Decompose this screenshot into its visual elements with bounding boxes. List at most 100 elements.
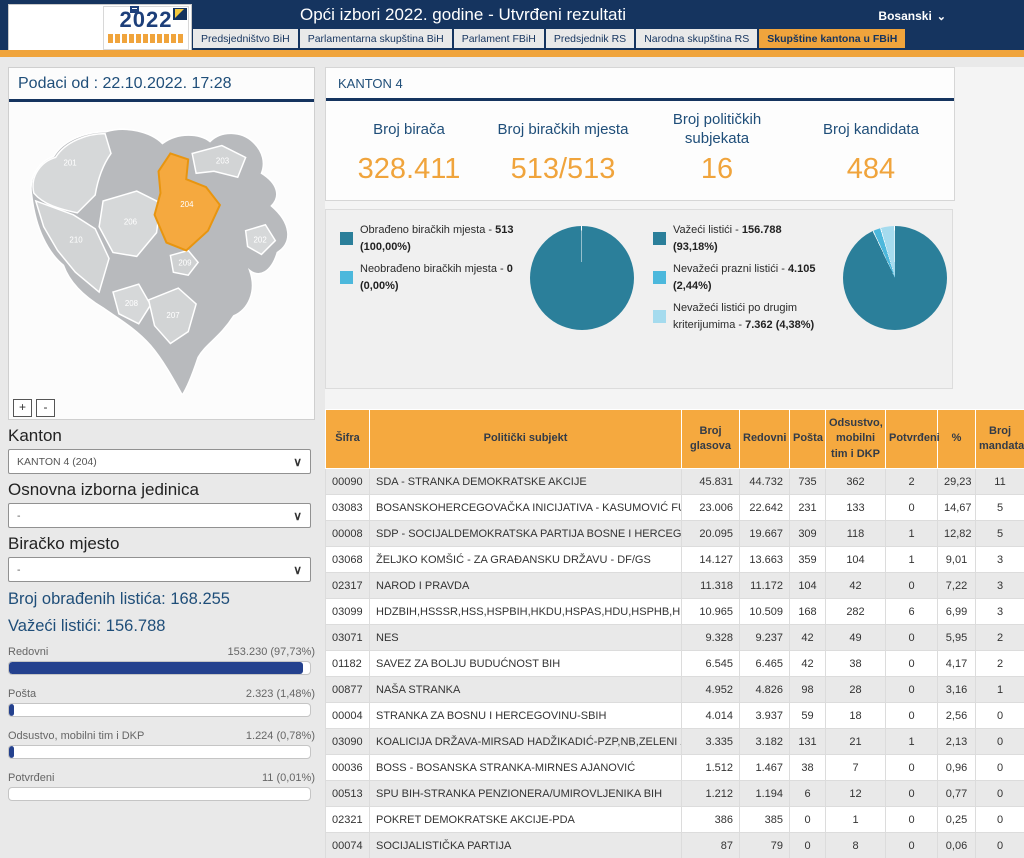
cell-value: 6.465 — [740, 651, 790, 677]
tab-predsjedni-tvo-bih[interactable]: Predsjedništvo BiH — [193, 29, 298, 48]
table-row: 02321POKRET DEMOKRATSKE AKCIJE-PDA386385… — [326, 807, 1024, 833]
legend-item: Nevažeći prazni listići - 4.105 (2,44%) — [653, 261, 829, 294]
bar-track — [8, 661, 311, 675]
cell-code: 00004 — [326, 703, 370, 729]
cell-value: 45.831 — [682, 469, 740, 495]
legend-swatch-icon — [340, 271, 353, 284]
cell-party-name: ŽELJKO KOMŠIĆ - ZA GRAĐANSKU DRŽAVU - DF… — [370, 547, 682, 573]
table-row: 00036BOSS - BOSANSKA STRANKA-MIRNES AJAN… — [326, 755, 1024, 781]
column-header-3: Redovni — [740, 410, 790, 469]
cell-value: 0 — [976, 807, 1024, 833]
cell-value: 2 — [886, 469, 938, 495]
cell-value: 9,01 — [938, 547, 976, 573]
cell-value: 1 — [826, 807, 886, 833]
map-region-label-203: 203 — [216, 156, 230, 165]
table-row: 00074SOCIJALISTIČKA PARTIJA87790800,060 — [326, 833, 1024, 858]
cell-value: 168 — [790, 599, 826, 625]
legend-text: Važeći listići - 156.788 (93,18%) — [673, 222, 829, 255]
map-region-label-209: 209 — [178, 258, 192, 267]
tab-parlament-fbih[interactable]: Parlament FBiH — [454, 29, 544, 48]
cell-value: 5 — [976, 521, 1024, 547]
column-header-2: Broj glasova — [682, 410, 740, 469]
stat-label: Broj biračkih mjesta — [486, 111, 640, 149]
bih-cantons-map[interactable]: 201210206204203202208207209 — [9, 102, 312, 397]
filter-select-value-2: - — [17, 564, 21, 576]
cell-value: 14,67 — [938, 495, 976, 521]
cell-value: 0 — [886, 807, 938, 833]
cell-value: 1 — [976, 677, 1024, 703]
cell-value: 0,25 — [938, 807, 976, 833]
table-row: 00090SDA - STRANKA DEMOKRATSKE AKCIJE45.… — [326, 469, 1024, 495]
filter-select-0[interactable]: KANTON 4 (204)∨ — [8, 449, 311, 474]
filter-select-2[interactable]: -∨ — [8, 557, 311, 582]
election-2022-logo: 2022 — [103, 6, 189, 50]
polling-stations-pie-chart — [530, 226, 634, 330]
tab-predsjednik-rs[interactable]: Predsjednik RS — [546, 29, 634, 48]
cell-party-name: POKRET DEMOKRATSKE AKCIJE-PDA — [370, 807, 682, 833]
cell-code: 02321 — [326, 807, 370, 833]
stat-value: 328.411 — [332, 153, 486, 186]
cell-value: 282 — [826, 599, 886, 625]
valid-ballots-summary: Važeći listići: 156.788 — [8, 617, 315, 636]
cell-value: 231 — [790, 495, 826, 521]
tab-narodna-skup-tina-rs[interactable]: Narodna skupština RS — [636, 29, 757, 48]
stat-3: Broj kandidata484 — [794, 111, 948, 186]
cell-party-name: NES — [370, 625, 682, 651]
cell-value: 38 — [826, 651, 886, 677]
stat-label: Broj birača — [332, 111, 486, 149]
legend-text: Obrađeno biračkih mjesta - 513 (100,00%) — [360, 222, 516, 255]
table-row: 00513SPU BIH-STRANKA PENZIONERA/UMIROVLJ… — [326, 781, 1024, 807]
map-svg[interactable]: 201210206204203202208207209 — [9, 102, 312, 395]
stat-value: 16 — [640, 153, 794, 186]
cell-code: 00513 — [326, 781, 370, 807]
bar-track — [8, 703, 311, 717]
filter-select-value-0: KANTON 4 (204) — [17, 456, 97, 468]
page-title: Opći izbori 2022. godine - Utvrđeni rezu… — [300, 5, 626, 25]
cell-value: 18 — [826, 703, 886, 729]
cell-value: 7 — [826, 755, 886, 781]
cell-value: 0 — [976, 781, 1024, 807]
table-row: 00008SDP - SOCIJALDEMOKRATSKA PARTIJA BO… — [326, 521, 1024, 547]
tab-skup-tine-kantona-u-fbih[interactable]: Skupštine kantona u FBiH — [759, 29, 905, 48]
bar-fill — [9, 704, 14, 716]
bih-flag-icon — [173, 8, 187, 20]
column-header-8: Broj mandata — [976, 410, 1024, 469]
legend-label: Nevažeći prazni listići - — [673, 263, 785, 275]
stat-value: 484 — [794, 153, 948, 186]
language-selector[interactable]: Bosanski⌄ — [878, 9, 946, 23]
table-row: 00877NAŠA STRANKA4.9524.826982803,161 — [326, 677, 1024, 703]
cell-code: 03071 — [326, 625, 370, 651]
kanton-stats-card: KANTON 4 Broj birača328.411Broj biračkih… — [325, 67, 955, 201]
cell-value: 131 — [790, 729, 826, 755]
table-row: 02317NAROD I PRAVDA11.31811.1721044207,2… — [326, 573, 1024, 599]
cell-code: 03099 — [326, 599, 370, 625]
legend-text: Nevažeći listići po drugim kriterijumima… — [673, 300, 829, 333]
column-header-5: Odsustvo, mobilni tim i DKP — [826, 410, 886, 469]
cell-value: 14.127 — [682, 547, 740, 573]
data-as-of-label: Podaci od : 22.10.2022. 17:28 — [9, 68, 314, 99]
legend-value: 7.362 (4,38%) — [745, 319, 814, 331]
cell-party-name: SDA - STRANKA DEMOKRATSKE AKCIJE — [370, 469, 682, 495]
bar-fill — [9, 662, 303, 674]
cell-party-name: STRANKA ZA BOSNU I HERCEGOVINU-SBIH — [370, 703, 682, 729]
bar-value: 153.230 (97,73%) — [228, 646, 315, 658]
cell-party-name: SOCIJALISTIČKA PARTIJA — [370, 833, 682, 858]
chevron-down-icon: ⌄ — [937, 11, 946, 23]
map-region-label-208: 208 — [125, 299, 139, 308]
map-zoom-in-button[interactable]: + — [13, 399, 32, 417]
cell-value: 0 — [886, 755, 938, 781]
map-zoom-out-button[interactable]: - — [36, 399, 55, 417]
ballots-legend: Važeći listići - 156.788 (93,18%) Nevažeć… — [653, 222, 829, 388]
legend-text: Neobrađeno biračkih mjesta - 0 (0,00%) — [360, 261, 516, 294]
filter-select-1[interactable]: -∨ — [8, 503, 311, 528]
cell-value: 13.663 — [740, 547, 790, 573]
map-region-label-201: 201 — [63, 158, 77, 167]
cell-value: 1 — [886, 521, 938, 547]
bar-value: 1.224 (0,78%) — [246, 730, 315, 742]
cell-party-name: KOALICIJA DRŽAVA-MIRSAD HADŽIKADIĆ-PZP,N… — [370, 729, 682, 755]
nav-tabs: Predsjedništvo BiHParlamentarna skupštin… — [193, 29, 905, 48]
cell-value: 4.014 — [682, 703, 740, 729]
cell-value: 0 — [976, 833, 1024, 858]
filter-label-0: Kanton — [8, 426, 315, 446]
tab-parlamentarna-skup-tina-bih[interactable]: Parlamentarna skupština BiH — [300, 29, 452, 48]
